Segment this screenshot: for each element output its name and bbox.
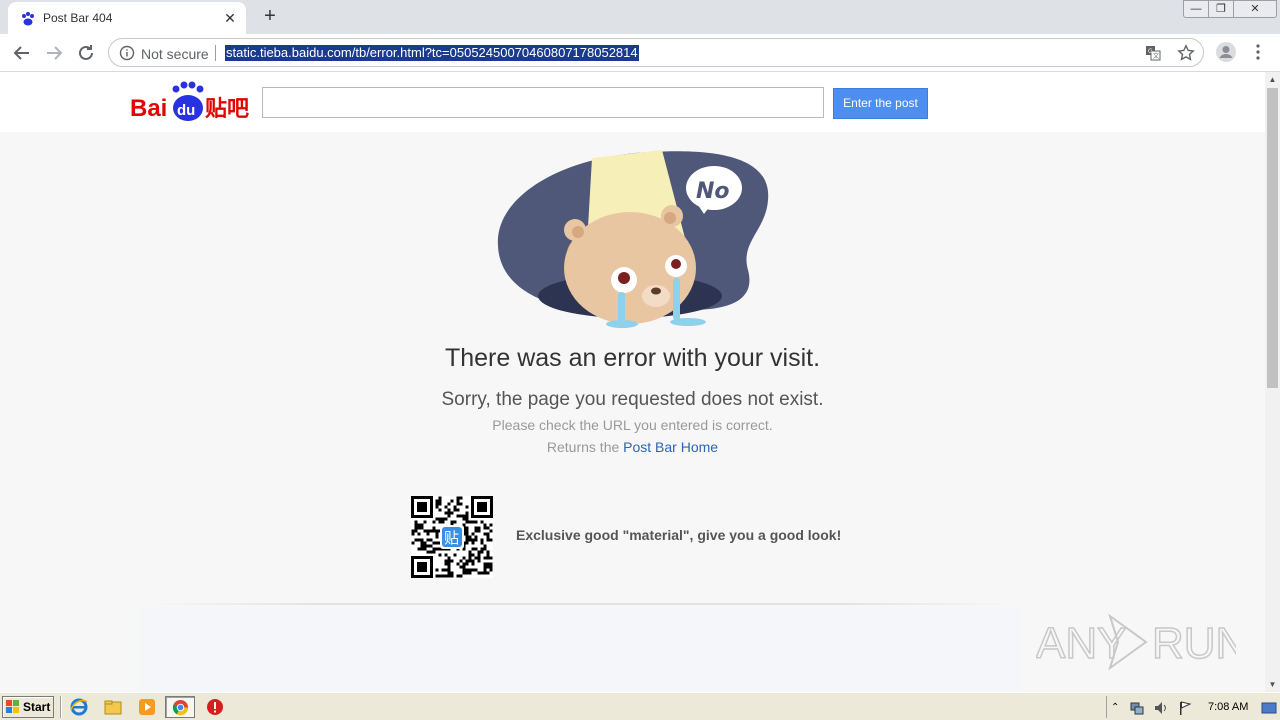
ie-icon[interactable]: [70, 698, 88, 716]
baidu-paw-icon: [22, 12, 34, 26]
logo-bai: Bai: [130, 95, 167, 122]
chrome-icon: [172, 699, 189, 716]
error-return-line: Returns the Post Bar Home: [0, 439, 1265, 455]
scrollbar-thumb[interactable]: [1267, 88, 1278, 388]
browser-titlebar: Post Bar 404 ✕ + — ❐ ✕: [0, 0, 1280, 34]
qr-code: 贴: [411, 496, 493, 578]
tray-expand-icon[interactable]: ⌃: [1111, 700, 1127, 716]
enter-post-button[interactable]: Enter the post: [833, 88, 928, 119]
anyrun-watermark: ANY RUN: [1036, 613, 1236, 671]
error-subtitle: Sorry, the page you requested does not e…: [441, 389, 824, 410]
address-bar[interactable]: Not secure static.tieba.baidu.com/tb/err…: [108, 38, 1204, 67]
return-prefix: Returns the: [546, 439, 624, 455]
page-scrollbar[interactable]: ▲ ▼: [1265, 72, 1280, 692]
stop-icon[interactable]: [206, 698, 224, 716]
back-arrow-icon[interactable]: [10, 41, 34, 65]
folder-icon[interactable]: [104, 698, 122, 716]
scroll-up-arrow-icon[interactable]: ▲: [1265, 72, 1280, 87]
site-header: Bai du 贴吧 Enter the post: [0, 72, 1265, 132]
taskbar-clock: 7:08 AM: [1208, 701, 1249, 713]
window-minimize-button[interactable]: —: [1183, 0, 1209, 18]
browser-tab[interactable]: Post Bar 404 ✕: [8, 2, 246, 34]
start-button[interactable]: Start: [2, 696, 54, 718]
tab-close-icon[interactable]: ✕: [222, 10, 238, 26]
windows-logo-icon: [6, 700, 19, 713]
qr-caption: Exclusive good "material", give you a go…: [516, 527, 842, 543]
footer-divider: [150, 603, 1010, 605]
logo-tieba: 贴吧: [205, 96, 249, 122]
browser-toolbar: Not secure static.tieba.baidu.com/tb/err…: [0, 34, 1280, 72]
new-tab-button[interactable]: +: [259, 5, 281, 27]
reload-icon[interactable]: [74, 41, 98, 65]
media-player-icon[interactable]: [138, 698, 156, 716]
url-text[interactable]: static.tieba.baidu.com/tb/error.html?tc=…: [225, 45, 639, 61]
system-tray: ⌃: [1106, 696, 1280, 718]
qr-center-glyph: 贴: [444, 529, 459, 547]
window-maximize-button[interactable]: ❐: [1208, 0, 1234, 18]
security-label[interactable]: Not secure: [141, 46, 209, 62]
taskbar-separator: [60, 696, 62, 718]
watermark-run: RUN: [1152, 619, 1236, 668]
scroll-down-arrow-icon[interactable]: ▼: [1265, 677, 1280, 692]
star-icon[interactable]: [1177, 44, 1195, 62]
window-close-button[interactable]: ✕: [1233, 0, 1277, 18]
profile-icon[interactable]: [1215, 41, 1237, 63]
flag-icon[interactable]: [1177, 700, 1193, 716]
volume-icon[interactable]: [1153, 700, 1169, 716]
network-icon[interactable]: [1129, 700, 1145, 716]
error-title: There was an error with your visit.: [444, 344, 821, 372]
page-content: Bai du 贴吧 Enter the post No There was an…: [0, 72, 1265, 692]
omnibox-divider: [215, 45, 216, 61]
svg-text:文: 文: [1153, 52, 1159, 60]
show-desktop-icon[interactable]: [1261, 700, 1277, 716]
info-icon[interactable]: [119, 45, 135, 61]
footer-area: [140, 607, 1020, 692]
logo-du: du: [177, 102, 195, 119]
error-check-url: Please check the URL you entered is corr…: [492, 417, 773, 433]
baidu-tieba-logo[interactable]: Bai du 贴吧: [130, 80, 252, 122]
start-label: Start: [23, 700, 51, 714]
translate-icon[interactable]: G 文: [1145, 45, 1161, 61]
post-bar-home-link[interactable]: Post Bar Home: [623, 439, 718, 455]
taskbar-chrome-button[interactable]: [165, 696, 195, 718]
search-input[interactable]: [262, 87, 824, 118]
no-speech-bubble: No: [696, 179, 730, 204]
menu-icon[interactable]: [1250, 43, 1266, 61]
crying-bear-illustration: No: [497, 150, 769, 328]
windows-taskbar: Start ⌃ 7:08 AM: [0, 692, 1280, 720]
tab-title: Post Bar 404: [43, 11, 113, 25]
forward-arrow-icon[interactable]: [42, 41, 66, 65]
